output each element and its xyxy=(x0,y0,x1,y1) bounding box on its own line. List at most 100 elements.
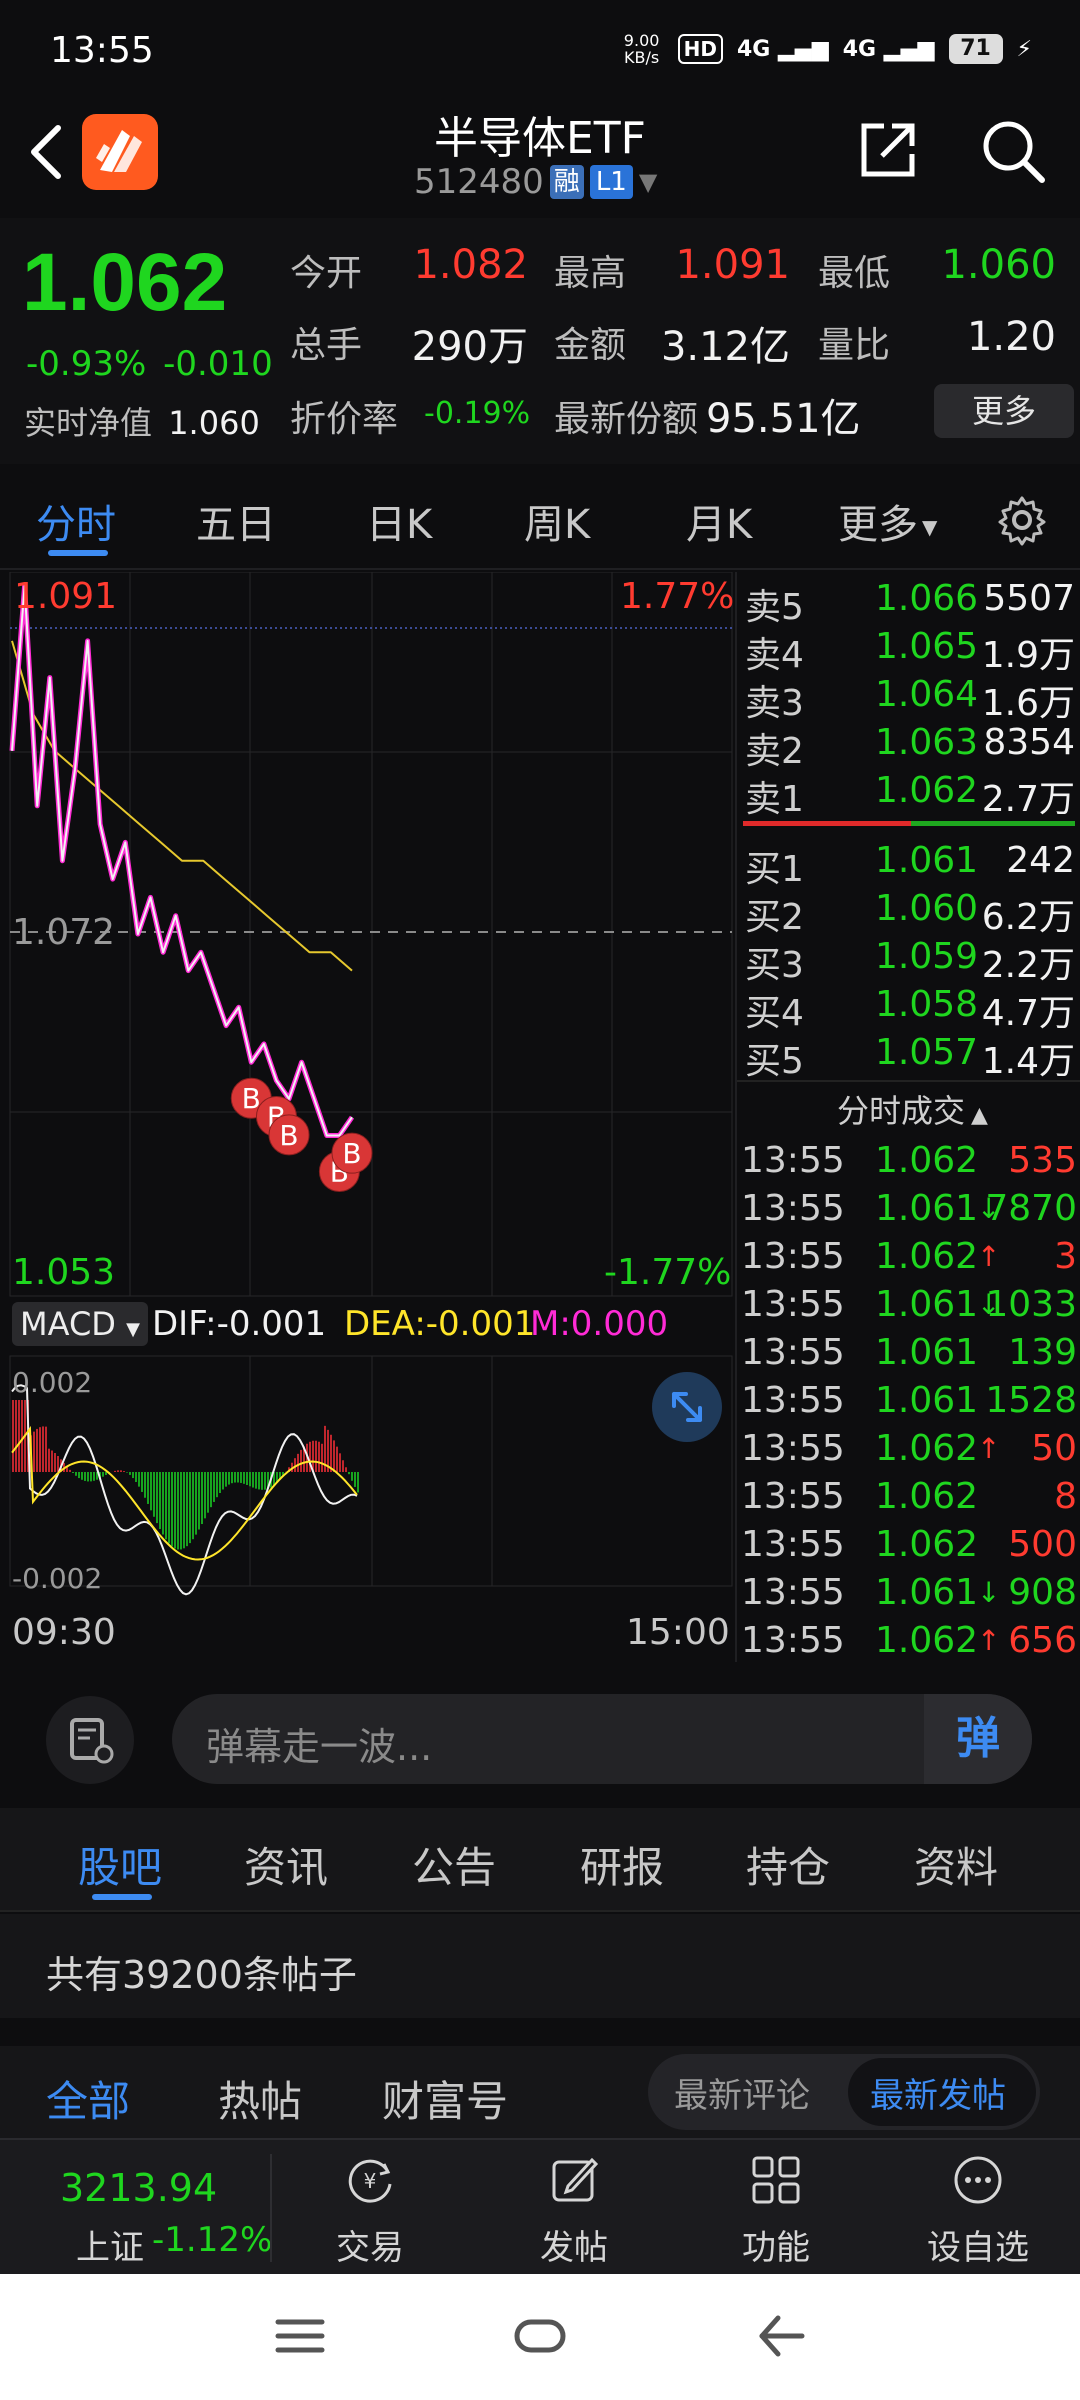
post-button[interactable]: 发帖 xyxy=(494,2140,654,2276)
macd-bar xyxy=(102,1472,104,1477)
filter-all[interactable]: 全部 xyxy=(46,2068,130,2129)
macd-bar xyxy=(252,1472,254,1488)
index-name: 上证 xyxy=(76,2228,144,2268)
tick-price: 1.061 xyxy=(875,1188,979,1229)
macd-bar xyxy=(42,1426,44,1472)
sort-latest-post[interactable]: 最新发帖 xyxy=(870,2068,1006,2117)
macd-bar xyxy=(249,1472,251,1487)
sort-latest-comment[interactable]: 最新评论 xyxy=(674,2068,810,2117)
ask-price: 1.063 xyxy=(875,722,979,763)
ask-row[interactable]: 卖2 1.063 8354 xyxy=(745,722,1075,772)
dea-value: DEA:-0.001 xyxy=(344,1304,536,1344)
ask-bid-divider-red xyxy=(743,821,911,826)
tab-holdings[interactable]: 持仓 xyxy=(746,1834,830,1895)
tab-daily-k[interactable]: 日K xyxy=(366,492,432,550)
buy-markers: BBBBB xyxy=(230,1077,373,1192)
share-icon[interactable] xyxy=(856,118,920,182)
m-value: M:0.000 xyxy=(530,1304,669,1344)
current-price: 1.062 xyxy=(22,237,228,328)
danmu-settings-button[interactable] xyxy=(46,1696,134,1784)
tab-profile[interactable]: 资料 xyxy=(914,1834,998,1895)
bid-volume: 242 xyxy=(1006,840,1075,881)
home-icon[interactable] xyxy=(512,2314,568,2358)
ticks-divider xyxy=(737,1080,1080,1082)
tab-five-day[interactable]: 五日 xyxy=(196,492,276,550)
tab-research[interactable]: 研报 xyxy=(580,1834,664,1895)
tick-row: 13:55 1.061 ↓ 1033 xyxy=(741,1284,1077,1330)
tick-volume: 1033 xyxy=(985,1284,1077,1325)
macd-bar xyxy=(21,1400,23,1472)
tick-volume: 3 xyxy=(1054,1236,1077,1277)
more-button[interactable]: 更多 xyxy=(934,384,1074,438)
stock-code-row[interactable]: 512480 融 L1 ▼ xyxy=(414,162,657,202)
amount-value: 3.12亿 xyxy=(660,324,790,370)
tab-weekly-k[interactable]: 周K xyxy=(524,492,590,550)
bid-row[interactable]: 买2 1.060 6.2万 xyxy=(745,888,1075,938)
macd-bar xyxy=(210,1472,212,1508)
macd-bar xyxy=(129,1472,131,1475)
macd-bar xyxy=(69,1469,71,1472)
danmu-input[interactable]: 弹幕走一波... 弹 xyxy=(172,1694,1032,1784)
macd-selector[interactable]: MACD ▼ xyxy=(12,1302,148,1346)
danmu-placeholder: 弹幕走一波... xyxy=(206,1725,433,1769)
search-icon[interactable] xyxy=(978,116,1048,186)
add-watchlist-button[interactable]: 设自选 xyxy=(898,2140,1058,2276)
tab-news[interactable]: 资讯 xyxy=(244,1834,328,1895)
tab-intraday[interactable]: 分时 xyxy=(36,492,116,550)
bid-row[interactable]: 买4 1.058 4.7万 xyxy=(745,984,1075,1034)
ask-row[interactable]: 卖1 1.062 2.7万 xyxy=(745,770,1075,820)
tick-row: 13:55 1.062 ↑ 3 xyxy=(741,1236,1077,1282)
bid-row[interactable]: 买5 1.057 1.4万 xyxy=(745,1032,1075,1082)
macd-bar xyxy=(18,1400,20,1472)
tab-more[interactable]: 更多 ▼ xyxy=(838,492,937,550)
macd-bar xyxy=(171,1472,173,1547)
settings-gear-icon[interactable] xyxy=(996,494,1048,546)
macd-bar xyxy=(87,1472,89,1482)
filter-hot[interactable]: 热帖 xyxy=(218,2068,302,2129)
tick-volume: 656 xyxy=(1008,1620,1077,1661)
watchlist-label: 设自选 xyxy=(927,2228,1029,2268)
ask-row[interactable]: 卖4 1.065 1.9万 xyxy=(745,626,1075,676)
chart-grid xyxy=(9,571,733,1587)
quote-panel: 1.062 -0.93% -0.010 实时净值 1.060 今开 1.082 … xyxy=(0,218,1080,464)
status-bar: 13:55 9.00 KB/s HD 4G ▂▄▆ 4G ▂▄▆ 71 ⚡ xyxy=(0,0,1080,100)
discount-label: 折价率 xyxy=(290,399,399,440)
macd-bar xyxy=(57,1455,59,1472)
tick-row: 13:55 1.062 535 xyxy=(741,1140,1077,1186)
volume-label: 总手 xyxy=(290,325,363,366)
tab-guba[interactable]: 股吧 xyxy=(78,1834,162,1895)
index-ticker[interactable]: 3213.94 上证 -1.12% xyxy=(0,2140,272,2276)
macd-bar xyxy=(165,1472,167,1540)
nav-back-icon[interactable] xyxy=(756,2312,806,2360)
macd-bar xyxy=(300,1449,302,1472)
change-percent: -0.93% xyxy=(26,344,147,384)
macd-bar xyxy=(162,1472,164,1535)
filter-wealth[interactable]: 财富号 xyxy=(382,2068,508,2129)
macd-bar xyxy=(126,1472,128,1473)
bid-row[interactable]: 买1 1.061 242 xyxy=(745,840,1075,890)
tab-monthly-k[interactable]: 月K xyxy=(686,492,752,550)
tab-announcements[interactable]: 公告 xyxy=(412,1834,496,1895)
expand-button[interactable] xyxy=(652,1372,722,1442)
macd-bar xyxy=(189,1472,191,1544)
macd-bar xyxy=(240,1472,242,1483)
post-count: 共有39200条帖子 xyxy=(46,1953,357,1997)
intraday-chart[interactable]: BBBBB 1.091 1.77% 1.072 1.053 -1.77% MAC… xyxy=(0,571,735,1662)
danmu-send-button[interactable]: 弹 xyxy=(924,1694,1032,1784)
ask-row[interactable]: 卖3 1.064 1.6万 xyxy=(745,674,1075,724)
function-button[interactable]: 功能 xyxy=(696,2140,856,2276)
macd-bar xyxy=(150,1472,152,1511)
ticks-title[interactable]: 分时成交 ▲ xyxy=(837,1086,988,1132)
volume-value: 290万 xyxy=(411,324,528,370)
min-price-label: 1.053 xyxy=(12,1252,116,1293)
bid-row[interactable]: 买3 1.059 2.2万 xyxy=(745,936,1075,986)
ask-row[interactable]: 卖5 1.066 5507 xyxy=(745,578,1075,628)
stock-code: 512480 xyxy=(414,162,544,202)
macd-bar xyxy=(264,1472,266,1490)
menu-icon[interactable] xyxy=(272,2314,328,2358)
trade-button[interactable]: ¥ 交易 xyxy=(290,2140,450,2276)
macd-bar xyxy=(132,1472,134,1479)
macd-bar xyxy=(195,1472,197,1535)
macd-bar xyxy=(330,1434,332,1472)
macd-bar xyxy=(297,1453,299,1472)
